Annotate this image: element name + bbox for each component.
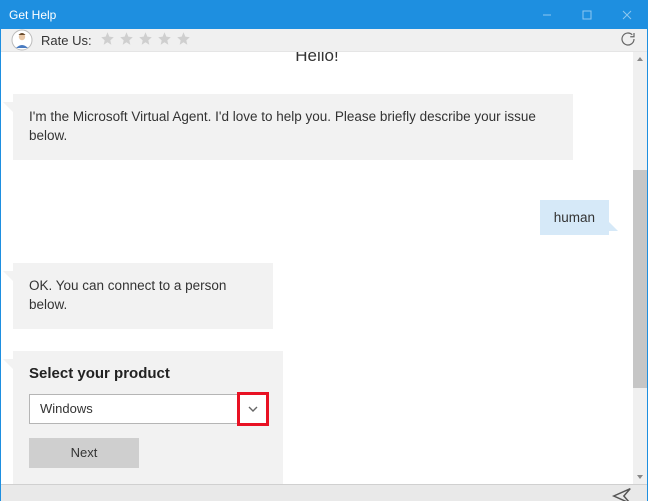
agent-followup: OK. You can connect to a person below. — [13, 263, 273, 329]
product-select-caret[interactable] — [239, 394, 267, 424]
rate-label: Rate Us: — [41, 33, 92, 48]
maximize-button[interactable] — [567, 1, 607, 29]
star-3[interactable] — [138, 31, 153, 49]
chat-input[interactable] — [15, 490, 611, 501]
agent-message-text: I'm the Microsoft Virtual Agent. I'd lov… — [29, 109, 536, 143]
title-bar: Get Help — [1, 1, 647, 29]
window-title: Get Help — [9, 8, 527, 22]
send-button[interactable] — [611, 485, 633, 501]
user-message-text: human — [554, 210, 595, 225]
refresh-icon[interactable] — [619, 30, 637, 51]
star-1[interactable] — [100, 31, 115, 49]
scroll-up-arrow[interactable] — [633, 52, 647, 66]
agent-followup-text: OK. You can connect to a person below. — [29, 278, 226, 312]
rate-bar: Rate Us: — [1, 29, 647, 52]
chevron-down-icon — [247, 403, 259, 415]
product-select[interactable]: Windows — [29, 394, 239, 424]
star-5[interactable] — [176, 31, 191, 49]
input-bar — [1, 484, 647, 501]
product-selected-value: Windows — [40, 401, 93, 416]
star-4[interactable] — [157, 31, 172, 49]
minimize-button[interactable] — [527, 1, 567, 29]
scrollbar-track[interactable] — [633, 52, 647, 484]
product-panel: Select your product Windows Next — [13, 351, 283, 484]
agent-message: I'm the Microsoft Virtual Agent. I'd lov… — [13, 94, 573, 160]
star-2[interactable] — [119, 31, 134, 49]
chat-body: Hello! I'm the Microsoft Virtual Agent. … — [1, 52, 647, 484]
product-select-row: Windows — [29, 394, 267, 424]
chat-content: Hello! I'm the Microsoft Virtual Agent. … — [1, 52, 633, 484]
app-window: Get Help Rate Us: — [0, 0, 648, 501]
cutoff-greeting: Hello! — [13, 52, 621, 66]
scroll-down-arrow[interactable] — [633, 470, 647, 484]
agent-avatar-icon — [11, 29, 33, 51]
next-button[interactable]: Next — [29, 438, 139, 468]
user-message-wrap: human — [13, 200, 621, 235]
scrollbar-thumb[interactable] — [633, 170, 647, 388]
close-button[interactable] — [607, 1, 647, 29]
user-message: human — [540, 200, 609, 235]
product-heading: Select your product — [29, 365, 267, 382]
send-icon — [611, 485, 633, 501]
